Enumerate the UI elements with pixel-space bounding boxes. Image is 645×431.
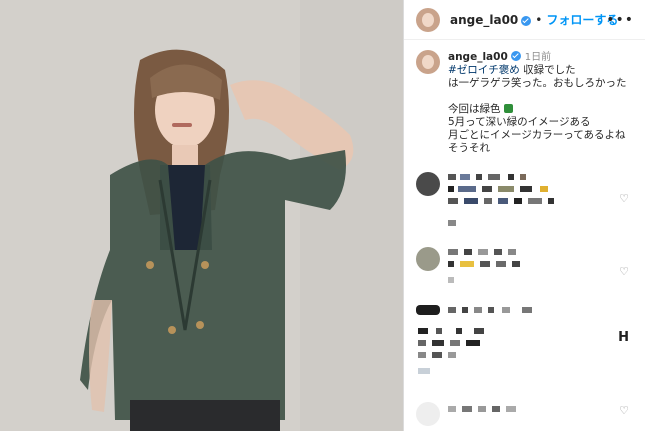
caption-verified-icon — [510, 51, 521, 61]
avatar[interactable] — [416, 7, 440, 32]
like-heart-icon[interactable]: ♡ — [619, 192, 629, 205]
portrait-illustration — [0, 0, 403, 431]
caption-text-4: 5月って深い緑のイメージある — [448, 116, 591, 128]
header-username[interactable]: ange_la00 — [450, 13, 518, 27]
comment-avatar[interactable] — [416, 172, 440, 196]
post-photo[interactable] — [0, 0, 403, 431]
caption-text-3: 今回は緑色 — [448, 103, 501, 115]
post-time[interactable]: 1日前 — [525, 52, 551, 63]
caption-username[interactable]: ange_la00 — [448, 51, 508, 63]
separator-dot: • — [535, 12, 543, 27]
like-heart-icon[interactable]: ♡ — [619, 404, 629, 417]
comment-avatar[interactable] — [416, 247, 440, 271]
comment-avatar[interactable] — [416, 402, 440, 426]
green-square-emoji — [503, 104, 513, 113]
more-options-icon[interactable]: ••• — [606, 12, 634, 28]
hashtag-link[interactable]: #ゼロイチ褒め — [448, 64, 520, 76]
comment-avatar[interactable] — [416, 305, 440, 315]
caption-text-1: 収録でした — [519, 64, 576, 76]
caption-text-5: 月ごとにイメージカラーってあるよね — [448, 129, 626, 141]
post-caption: ange_la00 1日前 #ゼロイチ褒め 収録でした は一ゲラゲラ笑った。おもし… — [416, 50, 641, 155]
verified-badge-icon — [521, 15, 532, 26]
caption-text-6: そうそれ — [448, 142, 490, 154]
caption-text-2: は一ゲラゲラ笑った。おもしろかった — [448, 77, 627, 89]
caption-avatar[interactable] — [416, 50, 440, 74]
post-side-panel: ange_la00 • フォローする ••• ange_la00 1日前 #ゼロイ… — [403, 0, 645, 431]
censored-icon: H — [618, 330, 629, 345]
like-heart-icon[interactable]: ♡ — [619, 265, 629, 278]
post-header: ange_la00 • フォローする ••• — [404, 0, 645, 40]
